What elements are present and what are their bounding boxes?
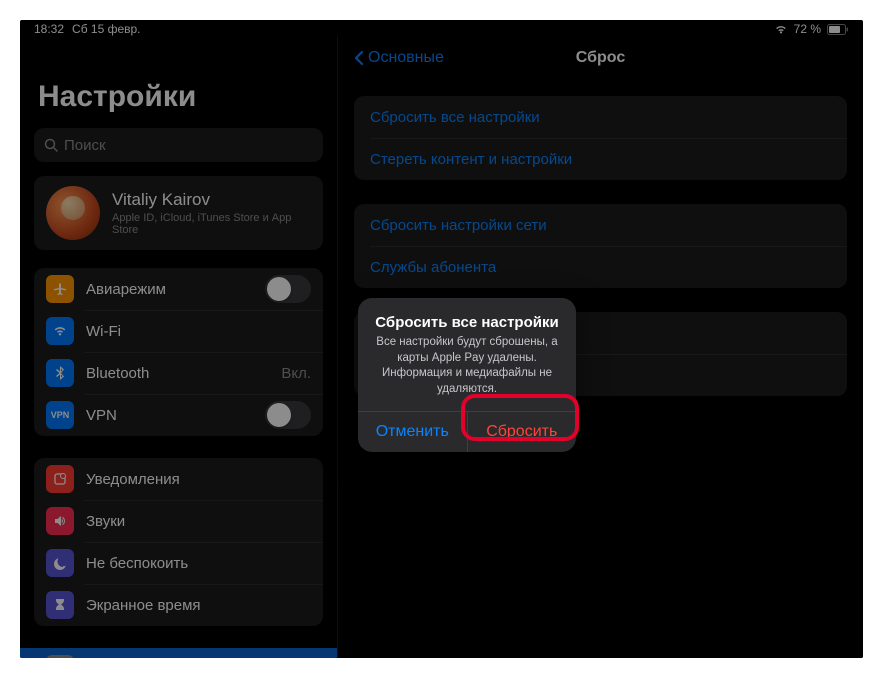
settings-title: Настройки <box>20 36 337 124</box>
back-button[interactable]: Основные <box>354 49 444 67</box>
vpn-toggle[interactable] <box>265 401 311 429</box>
cancel-button[interactable]: Отменить <box>358 412 467 452</box>
confirmation-alert: Сбросить все настройки Все настройки буд… <box>358 298 576 452</box>
reset-group-1: Сбросить все настройки Стереть контент и… <box>354 96 847 180</box>
profile-name: Vitaliy Kairov <box>112 190 311 210</box>
wifi-row[interactable]: Wi-Fi <box>34 310 323 352</box>
vpn-icon: VPN <box>46 401 74 429</box>
status-bar: 18:32 Сб 15 февр. 72 % <box>20 20 863 36</box>
erase-all-content[interactable]: Стереть контент и настройки <box>354 138 847 180</box>
sounds-row[interactable]: Звуки <box>34 500 323 542</box>
apple-id-row[interactable]: Vitaliy Kairov Apple ID, iCloud, iTunes … <box>34 176 323 250</box>
airplane-icon <box>46 275 74 303</box>
general-row[interactable]: Основные <box>20 648 337 658</box>
chevron-left-icon <box>354 50 364 66</box>
battery-icon <box>827 24 849 35</box>
bluetooth-row[interactable]: Bluetooth Вкл. <box>34 352 323 394</box>
reset-all-settings[interactable]: Сбросить все настройки <box>354 96 847 138</box>
search-input[interactable]: Поиск <box>34 128 323 162</box>
reset-network[interactable]: Сбросить настройки сети <box>354 204 847 246</box>
notifications-group: Уведомления Звуки Не беспокоить <box>34 458 323 626</box>
bluetooth-icon <box>46 359 74 387</box>
hourglass-icon <box>46 591 74 619</box>
screentime-row[interactable]: Экранное время <box>34 584 323 626</box>
wifi-settings-icon <box>46 317 74 345</box>
subscriber-services[interactable]: Службы абонента <box>354 246 847 288</box>
gear-icon <box>46 655 74 658</box>
avatar <box>46 186 100 240</box>
vpn-row[interactable]: VPN VPN <box>34 394 323 436</box>
airplane-row[interactable]: Авиарежим <box>34 268 323 310</box>
page-title: Сброс <box>576 49 625 67</box>
dnd-row[interactable]: Не беспокоить <box>34 542 323 584</box>
alert-title: Сбросить все настройки <box>372 314 562 331</box>
alert-message: Все настройки будут сброшены, а карты Ap… <box>372 335 562 397</box>
wifi-icon <box>774 24 788 34</box>
sounds-icon <box>46 507 74 535</box>
content-header: Основные Сброс <box>338 36 863 80</box>
battery-percent: 72 % <box>794 22 821 36</box>
sidebar: Настройки Поиск Vitaliy Kairov Apple ID,… <box>20 36 338 658</box>
reset-group-2: Сбросить настройки сети Службы абонента <box>354 204 847 288</box>
search-icon <box>44 138 58 152</box>
status-time: 18:32 <box>34 22 64 36</box>
status-date: Сб 15 февр. <box>72 22 140 36</box>
network-group: Авиарежим Wi-Fi Bluetooth Вкл. <box>34 268 323 436</box>
airplane-toggle[interactable] <box>265 275 311 303</box>
notifications-row[interactable]: Уведомления <box>34 458 323 500</box>
moon-icon <box>46 549 74 577</box>
profile-sub: Apple ID, iCloud, iTunes Store и App Sto… <box>112 212 311 236</box>
general-group: Основные <box>20 648 337 658</box>
notifications-icon <box>46 465 74 493</box>
confirm-reset-button[interactable]: Сбросить <box>467 412 577 452</box>
